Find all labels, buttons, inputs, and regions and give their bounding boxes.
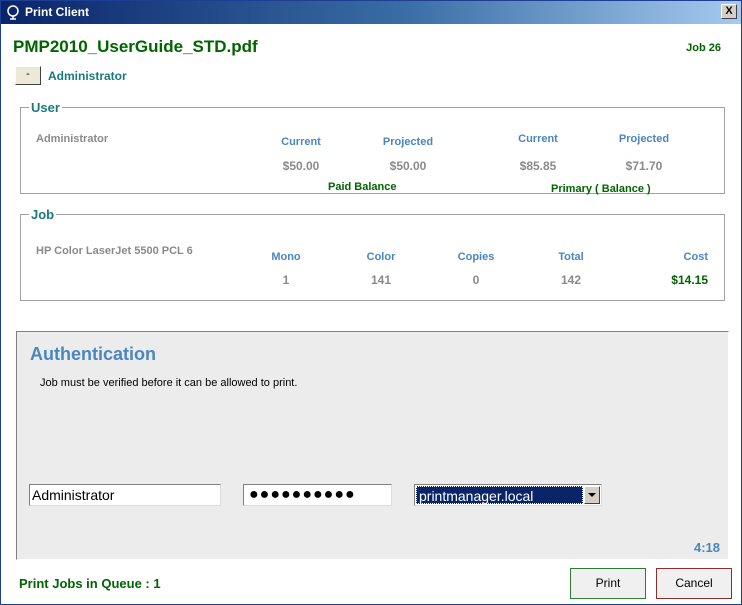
print-button[interactable]: Print: [570, 568, 646, 599]
document-name: PMP2010_UserGuide_STD.pdf: [13, 37, 258, 56]
domain-dropdown-button[interactable]: [584, 486, 600, 504]
paid-current-value: $50.00: [282, 159, 320, 173]
countdown-timer: 4:18: [693, 540, 720, 555]
copies-label: Copies: [457, 251, 495, 263]
close-icon: X: [725, 5, 733, 17]
paid-projected-label: Projected: [382, 136, 434, 148]
job-group: Job HP Color LaserJet 5500 PCL 6 Mono Co…: [20, 207, 725, 301]
color-label: Color: [366, 251, 396, 263]
window-title: Print Client: [25, 5, 90, 19]
color-value: 141: [370, 273, 392, 287]
current-user-label: Administrator: [48, 69, 127, 83]
user-group: User Administrator Current Projected $50…: [20, 100, 725, 195]
mono-value: 1: [282, 273, 290, 287]
title-bar[interactable]: Print Client X: [1, 1, 741, 24]
paid-projected-value: $50.00: [389, 159, 427, 173]
print-client-window: Print Client X PMP2010_UserGuide_STD.pdf…: [0, 0, 742, 605]
user-group-legend: User: [31, 100, 60, 115]
cost-label: Cost: [683, 251, 708, 263]
primary-projected-value: $71.70: [625, 159, 663, 173]
authentication-title: Authentication: [30, 344, 156, 364]
username-input[interactable]: [29, 484, 221, 506]
cost-value: $14.15: [671, 273, 708, 287]
paid-balance-caption: Paid Balance: [328, 181, 397, 193]
primary-projected-label: Projected: [618, 133, 670, 145]
printer-name: HP Color LaserJet 5500 PCL 6: [36, 245, 193, 257]
domain-selected-value: printmanager.local: [416, 486, 583, 504]
job-group-legend: Job: [31, 207, 55, 222]
job-id: Job 26: [686, 42, 721, 54]
password-mask: ●●●●●●●●●●: [249, 486, 356, 503]
mono-label: Mono: [271, 251, 301, 263]
primary-current-value: $85.85: [519, 159, 557, 173]
copies-value: 0: [472, 273, 480, 287]
primary-current-label: Current: [518, 133, 558, 145]
collapse-button[interactable]: -: [15, 66, 41, 85]
total-label: Total: [558, 251, 584, 263]
paid-current-label: Current: [281, 136, 321, 148]
chevron-down-icon: [588, 493, 596, 497]
cancel-button[interactable]: Cancel: [656, 568, 732, 599]
domain-select[interactable]: printmanager.local: [414, 484, 602, 506]
password-input[interactable]: ●●●●●●●●●●: [243, 484, 392, 506]
close-button[interactable]: X: [721, 4, 737, 19]
authentication-message: Job must be verified before it can be al…: [40, 377, 298, 389]
total-value: 142: [560, 273, 582, 287]
authentication-panel: Authentication Job must be verified befo…: [16, 331, 729, 560]
primary-balance-caption: Primary ( Balance ): [551, 183, 651, 195]
user-name: Administrator: [36, 133, 109, 145]
printer-app-icon: [7, 5, 19, 20]
queue-status: Print Jobs in Queue : 1: [19, 576, 161, 591]
